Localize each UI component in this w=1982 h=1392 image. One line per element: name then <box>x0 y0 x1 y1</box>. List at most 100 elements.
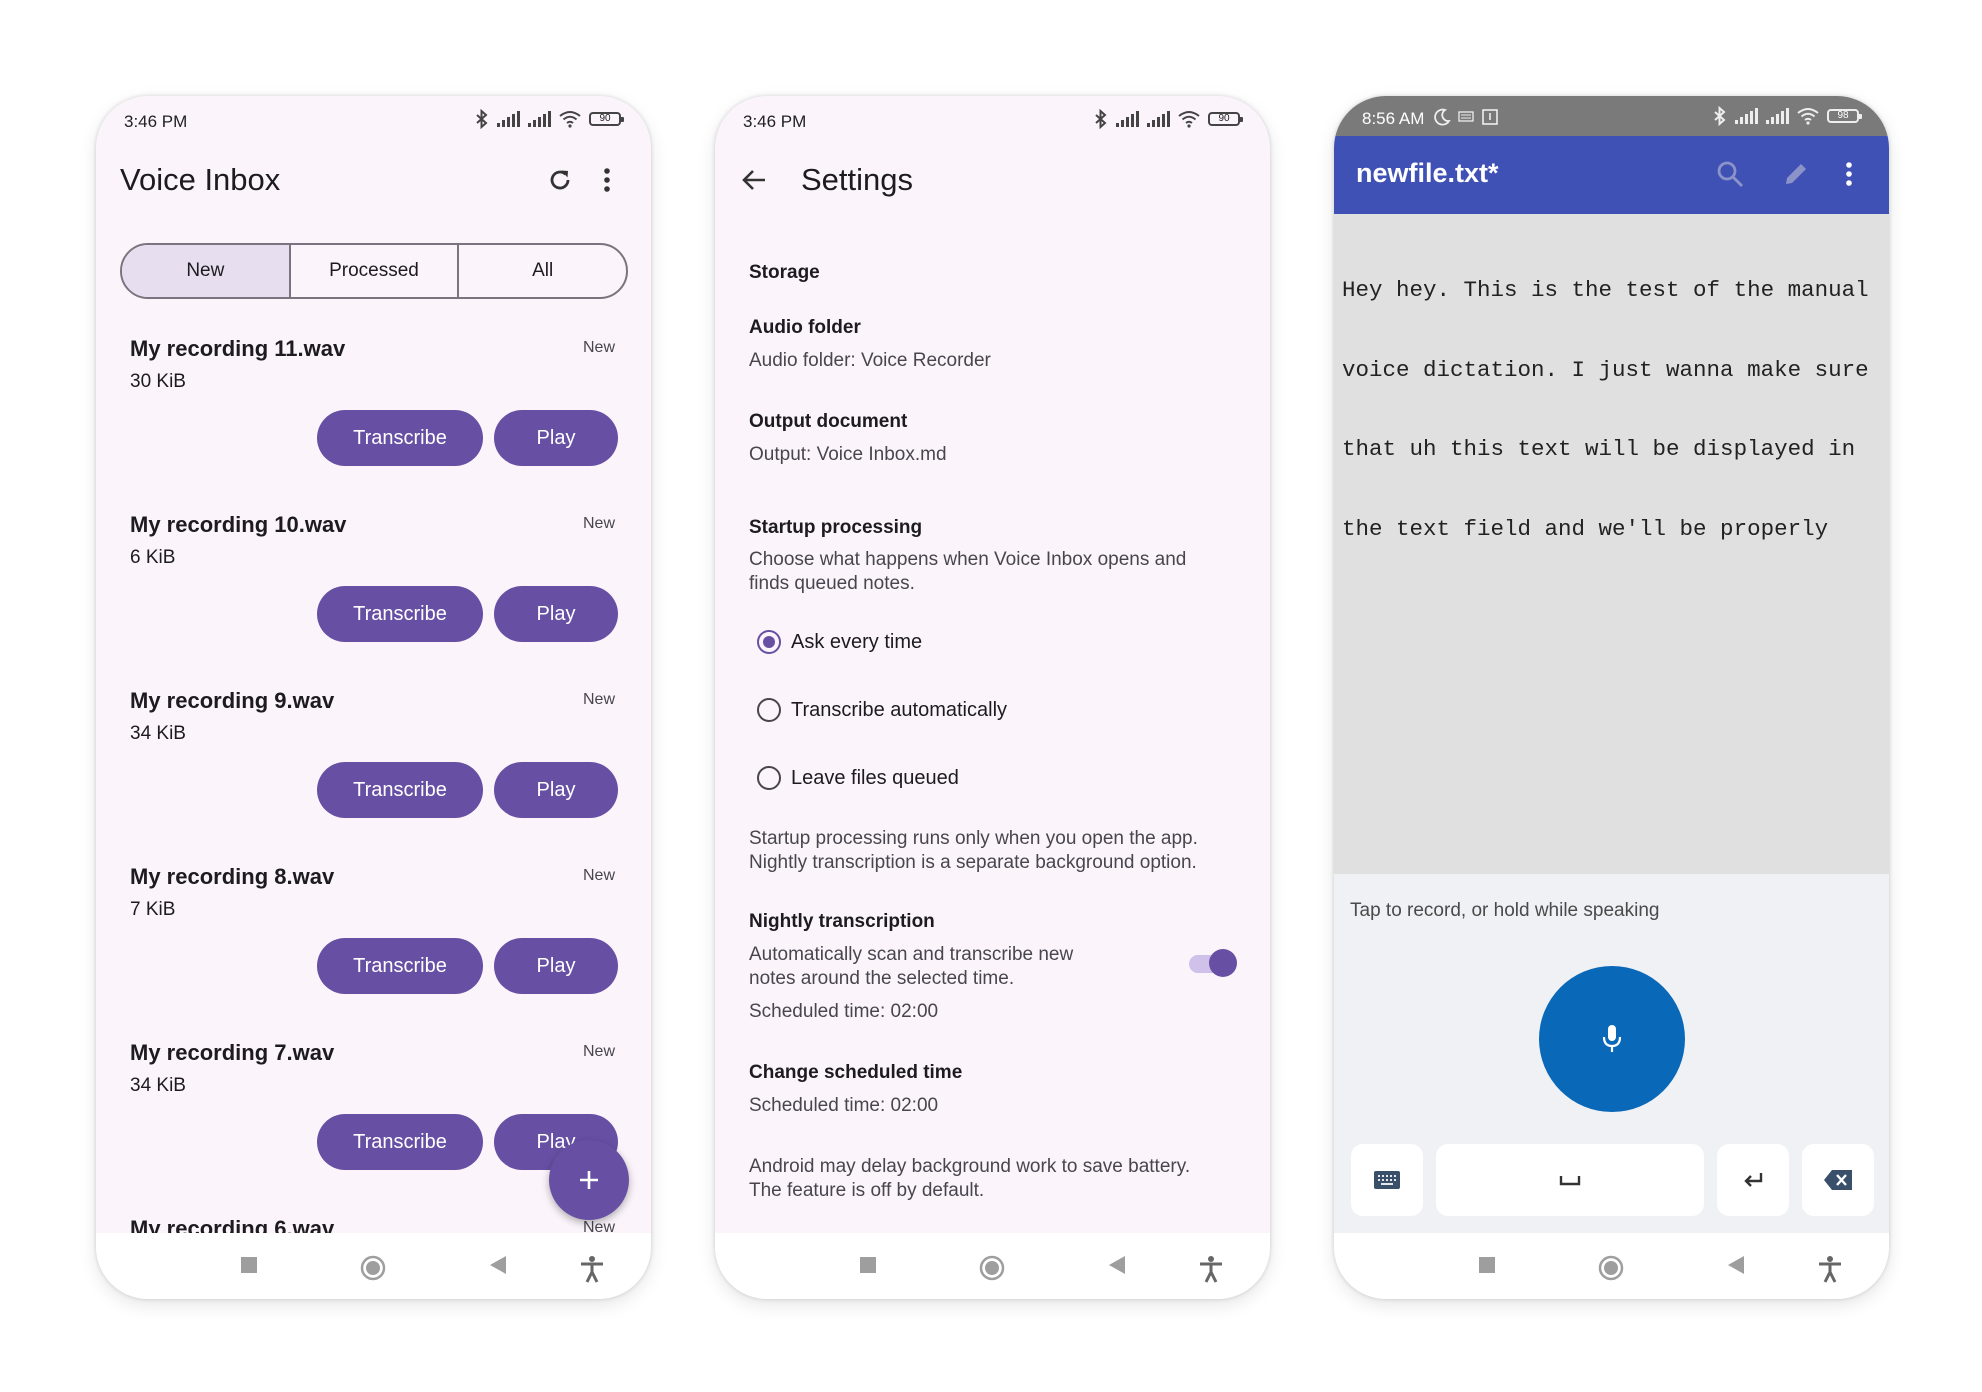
radio-label: Transcribe automatically <box>791 698 1008 721</box>
nightly-toggle[interactable] <box>1189 949 1237 977</box>
more-vert-icon[interactable] <box>602 166 612 194</box>
bluetooth-icon <box>1714 106 1726 126</box>
record-hint: Tap to record, or hold while speaking <box>1350 900 1660 921</box>
setting-title: Audio folder <box>749 317 861 338</box>
signal-icon <box>1735 108 1758 124</box>
radio-button[interactable] <box>757 766 781 790</box>
status-time: 8:56 AM <box>1362 109 1425 128</box>
home-icon[interactable] <box>1598 1255 1624 1281</box>
mic-icon <box>1602 1025 1622 1052</box>
recents-icon[interactable] <box>239 1255 259 1275</box>
list-item[interactable]: My recording 8.wav 7 KiB New Transcribe … <box>96 852 651 1028</box>
list-item[interactable]: My recording 11.wav 30 KiB New Transcrib… <box>96 324 651 500</box>
radio-button[interactable] <box>757 698 781 722</box>
recording-size: 30 KiB <box>130 371 186 392</box>
tab-processed[interactable]: Processed <box>291 245 460 297</box>
setting-title: Nightly transcription <box>749 911 935 932</box>
keyboard-icon <box>1374 1171 1400 1189</box>
search-icon[interactable] <box>1716 160 1744 188</box>
home-icon[interactable] <box>360 1255 386 1281</box>
page-title: Settings <box>801 162 914 197</box>
footer-note-line-2: The feature is off by default. <box>749 1180 985 1201</box>
status-time: 3:46 PM <box>743 112 807 131</box>
status-time: 3:46 PM <box>124 112 188 131</box>
play-button[interactable]: Play <box>494 586 618 642</box>
setting-title: Output document <box>749 411 908 432</box>
system-nav-bar <box>715 1233 1270 1299</box>
edit-icon[interactable] <box>1782 160 1810 188</box>
bluetooth-icon <box>476 109 488 129</box>
editor-line: Hey hey. This is the test of the manual <box>1342 277 1869 303</box>
phone-settings: 3:46 PM 90 Settings Storage Audio folder… <box>715 96 1270 1299</box>
notification-icon <box>1482 109 1498 125</box>
accessibility-icon[interactable] <box>579 1255 605 1283</box>
home-icon[interactable] <box>979 1255 1005 1281</box>
signal-icon <box>1147 111 1170 127</box>
accessibility-icon[interactable] <box>1198 1255 1224 1283</box>
startup-note-line-1: Startup processing runs only when you op… <box>749 828 1198 849</box>
editor-line: that uh this text will be displayed in <box>1342 436 1856 462</box>
status-icons: 90 <box>1094 109 1243 129</box>
tab-all[interactable]: All <box>459 245 626 297</box>
recording-size: 7 KiB <box>130 899 176 920</box>
recents-icon[interactable] <box>858 1255 878 1275</box>
radio-transcribe-automatically[interactable]: Transcribe automatically <box>757 695 1007 725</box>
play-button[interactable]: Play <box>494 938 618 994</box>
enter-key[interactable] <box>1717 1144 1789 1216</box>
status-icons: 98 <box>1713 106 1862 126</box>
settings-list: 3:46 PM 90 Settings Storage Audio folder… <box>715 96 1270 1233</box>
back-arrow-icon[interactable] <box>741 168 767 192</box>
accessibility-icon[interactable] <box>1817 1255 1843 1283</box>
transcribe-button[interactable]: Transcribe <box>317 938 483 994</box>
editor-toolbar: newfile.txt* <box>1334 136 1889 214</box>
recording-size: 34 KiB <box>130 723 186 744</box>
editor-line: voice dictation. I just wanna make sure <box>1342 356 1869 383</box>
recording-name: My recording 9.wav <box>130 688 335 713</box>
play-button[interactable]: Play <box>494 762 618 818</box>
storage-header: Storage <box>749 262 820 283</box>
startup-desc-line-1: Choose what happens when Voice Inbox ope… <box>749 549 1187 570</box>
backspace-key[interactable] <box>1802 1144 1874 1216</box>
list-item[interactable]: My recording 10.wav 6 KiB New Transcribe… <box>96 500 651 676</box>
keyboard-status-icon <box>1458 111 1474 122</box>
editor-line: the text field and we'll be properly <box>1342 515 1829 542</box>
status-badge: New <box>582 1043 615 1060</box>
phone-voice-inbox: 3:46 PM 90 Voice Inbox New Processed All… <box>96 96 651 1299</box>
radio-ask-every-time[interactable]: Ask every time <box>757 627 922 657</box>
refresh-icon[interactable] <box>546 166 574 194</box>
nightly-scheduled-time: Scheduled time: 02:00 <box>749 1001 939 1022</box>
signal-icon <box>528 111 551 127</box>
recording-name: My recording 10.wav <box>130 512 347 537</box>
transcribe-button[interactable]: Transcribe <box>317 762 483 818</box>
signal-icon <box>1116 111 1139 127</box>
radio-leave-files-queued[interactable]: Leave files queued <box>757 763 959 793</box>
more-vert-icon[interactable] <box>1844 160 1854 188</box>
recents-icon[interactable] <box>1477 1255 1497 1275</box>
record-mic-button[interactable] <box>1539 966 1685 1112</box>
status-badge: New <box>582 339 615 356</box>
play-button[interactable]: Play <box>494 410 618 466</box>
recording-size: 34 KiB <box>130 1075 186 1096</box>
startup-processing-title: Startup processing <box>749 517 923 538</box>
system-nav-bar <box>1334 1233 1889 1299</box>
radio-button-selected[interactable] <box>757 630 781 654</box>
back-icon[interactable] <box>489 1255 507 1275</box>
transcribe-button[interactable]: Transcribe <box>317 410 483 466</box>
status-bar: 3:46 PM 90 <box>715 96 1270 146</box>
space-key[interactable] <box>1436 1144 1704 1216</box>
back-icon[interactable] <box>1727 1255 1745 1275</box>
text-editor-area[interactable]: Hey hey. This is the test of the manual … <box>1334 214 1889 874</box>
keyboard-switch-key[interactable] <box>1351 1144 1423 1216</box>
signal-icon <box>497 111 520 127</box>
nightly-desc-line-1: Automatically scan and transcribe new <box>749 944 1074 965</box>
list-item[interactable]: My recording 9.wav 34 KiB New Transcribe… <box>96 676 651 852</box>
transcribe-button[interactable]: Transcribe <box>317 586 483 642</box>
add-fab-button[interactable] <box>549 1140 629 1220</box>
transcribe-button[interactable]: Transcribe <box>317 1114 483 1170</box>
status-badge: New <box>582 1219 615 1233</box>
toggle-knob <box>1209 949 1237 977</box>
editor-text: Hey hey. This is the test of the manual … <box>1342 224 1882 595</box>
back-icon[interactable] <box>1108 1255 1126 1275</box>
moon-icon <box>1434 108 1451 126</box>
tab-new[interactable]: New <box>122 245 291 297</box>
